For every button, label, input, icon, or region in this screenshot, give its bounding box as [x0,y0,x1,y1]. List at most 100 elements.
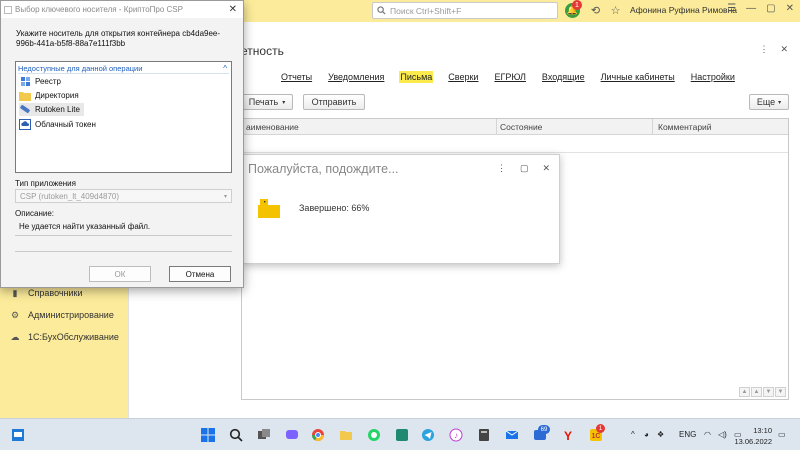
tab-letters[interactable]: Письма [399,71,434,83]
app-green-icon[interactable] [394,427,410,443]
volume-icon[interactable]: ◁) [718,430,727,439]
divider [15,235,232,236]
app-type-select[interactable]: CSP (rutoken_lt_409d4870) ▾ [15,189,232,203]
tab-personal-accounts[interactable]: Личные кабинеты [600,71,676,83]
registry-icon [19,76,31,87]
history-icon[interactable]: ⟲ [588,3,603,18]
dialog-prompt: Укажите носитель для открытия контейнера… [16,29,221,48]
form-close-icon[interactable]: ✕ [780,44,788,55]
column-header-comment[interactable]: Комментарий [658,122,712,132]
list-item-label: Облачный токен [35,120,96,129]
chat-icon[interactable] [284,427,300,443]
clock-time: 13:10 [753,426,772,435]
close-icon[interactable]: ✕ [542,163,550,174]
search-icon[interactable] [228,427,244,443]
chevron-down-icon: ▾ [223,193,227,200]
column-header-status[interactable]: Состояние [500,122,542,132]
tab-incoming[interactable]: Входящие [541,71,586,83]
chrome-icon[interactable] [310,427,326,443]
svg-text:♪: ♪ [454,431,458,440]
app-type-value: CSP (rutoken_lt_409d4870) [20,191,120,201]
mail-icon[interactable] [504,427,520,443]
divider [15,251,232,252]
close-icon[interactable]: ✕ [786,3,794,14]
weather-badge: 69 [538,425,550,434]
media-list[interactable]: Недоступные для данной операции ^ Реестр… [15,61,232,173]
maximize-icon[interactable]: ▢ [520,163,529,174]
list-item-cloud-token[interactable]: Облачный токен [19,118,96,131]
section-tabs: Отчеты Уведомления Письма Сверки ЕГРЮЛ В… [280,71,736,83]
sidebar-item-references[interactable]: ▮ Справочники [10,288,83,299]
scroll-down-icon[interactable]: ▼ [763,387,774,397]
search-input[interactable]: Поиск Ctrl+Shift+F [372,2,558,19]
list-group-header[interactable]: Недоступные для данной операции ^ [18,64,229,74]
chevron-down-icon: ▾ [778,99,782,106]
search-icon [377,6,386,15]
list-item-directory[interactable]: Директория [19,89,79,102]
tray-app-icon[interactable]: ◕ [644,430,649,439]
print-button[interactable]: Печать ▾ [241,94,293,110]
cloud-token-icon [19,119,31,130]
wait-dialog-title: Пожалуйста, подождите... [248,162,399,176]
file-explorer-icon[interactable] [338,427,354,443]
scroll-bottom-icon[interactable]: ▼ [775,387,786,397]
ok-button[interactable]: ОК [89,266,151,282]
wifi-icon[interactable]: ◠ [704,430,711,439]
dialog-title-bar: Выбор ключевого носителя - КриптоПро CSP… [1,1,243,18]
tab-reports[interactable]: Отчеты [280,71,313,83]
cancel-button[interactable]: Отмена [169,266,231,282]
app-1c-icon[interactable] [10,427,26,443]
sidebar-item-label: Администрирование [28,310,114,320]
sidebar-item-label: 1С:БухОбслуживание [28,332,119,342]
whatsapp-icon[interactable] [366,427,382,443]
sidebar-item-administration[interactable]: ⚙ Администрирование [10,310,114,321]
telegram-icon[interactable] [420,427,436,443]
notifications-icon[interactable]: ▭ [778,430,786,439]
more-options-icon[interactable]: ⋮ [759,44,768,55]
tab-notifications[interactable]: Уведомления [327,71,385,83]
wait-dialog: Пожалуйста, подождите... ⋮ ▢ ✕ Завершено… [242,154,560,264]
chevron-up-icon: ^ [223,64,227,73]
key-media-dialog: Выбор ключевого носителя - КриптоПро CSP… [0,0,244,288]
calculator-icon[interactable] [476,427,492,443]
main-menu-icon[interactable]: ☰ [727,3,736,14]
language-indicator[interactable]: ENG [679,430,696,439]
maximize-icon[interactable]: ▢ [766,3,775,14]
sidebar-item-buh-obsluzhivanie[interactable]: ☁ 1С:БухОбслуживание [10,331,119,343]
minimize-icon[interactable]: — [746,3,756,14]
group-label: Недоступные для данной операции [18,64,143,73]
tab-settings[interactable]: Настройки [690,71,736,83]
tray-chevron-up-icon[interactable]: ^ [631,430,635,439]
close-icon[interactable]: ✕ [229,4,237,15]
description-value: Не удается найти указанный файл. [19,222,151,231]
windows-taskbar: ♪ 69 Y 1C 1 ^ ◕ ❖ ENG ◠ ◁) ▭ 13:10 13.06… [0,418,800,450]
itunes-icon[interactable]: ♪ [448,427,464,443]
more-button[interactable]: Еще ▾ [749,94,789,110]
clock[interactable]: 13:10 13.06.2022 [734,425,772,447]
tab-reconciliations[interactable]: Сверки [447,71,479,83]
task-view-icon[interactable] [256,427,272,443]
scroll-up-icon[interactable]: ▲ [751,387,762,397]
column-header-name[interactable]: аименование [246,122,299,132]
send-button[interactable]: Отправить [303,94,365,110]
user-name[interactable]: Афонина Руфина Римовна [630,5,737,15]
tray-dropbox-icon[interactable]: ❖ [657,430,664,439]
list-item-registry[interactable]: Реестр [19,75,61,88]
yandex-browser-icon[interactable]: Y [560,427,576,443]
scroll-top-icon[interactable]: ▲ [739,387,750,397]
more-label: Еще [756,97,776,107]
usb-token-icon [19,104,31,115]
start-menu-icon[interactable] [200,427,216,443]
cryptopro-app-icon [4,6,12,14]
svg-text:Y: Y [564,429,572,442]
folder-icon [19,90,31,101]
cloud-icon: ☁ [10,331,20,342]
table-row[interactable] [242,135,788,153]
chevron-down-icon: ▾ [282,99,286,106]
table-header: аименование Состояние Комментарий [242,119,788,135]
more-options-icon[interactable]: ⋮ [497,163,506,174]
list-item-rutoken-lite[interactable]: Rutoken Lite [19,103,84,116]
favorites-star-icon[interactable]: ☆ [608,3,623,18]
list-item-label: Директория [35,91,79,100]
tab-egrul[interactable]: ЕГРЮЛ [493,71,526,83]
